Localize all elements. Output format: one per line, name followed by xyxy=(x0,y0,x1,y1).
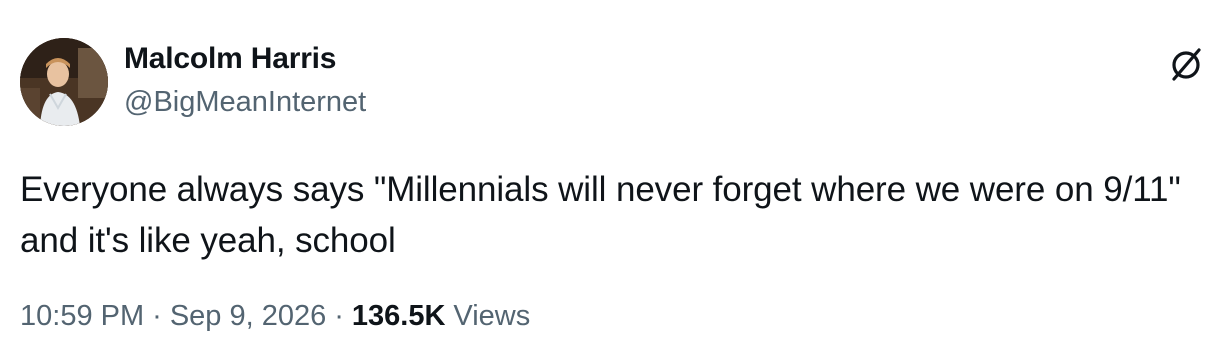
tweet-card: Malcolm Harris @BigMeanInternet Everyone… xyxy=(0,0,1226,362)
avatar[interactable] xyxy=(20,38,108,126)
tweet-date[interactable]: Sep 9, 2026 xyxy=(170,300,326,333)
author-handle[interactable]: @BigMeanInternet xyxy=(124,86,366,119)
views-label: Views xyxy=(453,300,531,332)
tweet-time[interactable]: 10:59 PM xyxy=(20,300,144,333)
meta-separator: · xyxy=(334,300,344,332)
author-display-name[interactable]: Malcolm Harris xyxy=(124,42,336,76)
profile-photo-icon xyxy=(20,38,108,126)
tweet-meta: 10:59 PM · Sep 9, 2026 · 136.5K Views xyxy=(20,300,530,333)
meta-separator: · xyxy=(152,300,162,332)
tweet-text: Everyone always says "Millennials will n… xyxy=(20,170,1181,260)
grok-slash-icon[interactable] xyxy=(1166,44,1206,84)
views-count: 136.5K xyxy=(351,300,446,332)
